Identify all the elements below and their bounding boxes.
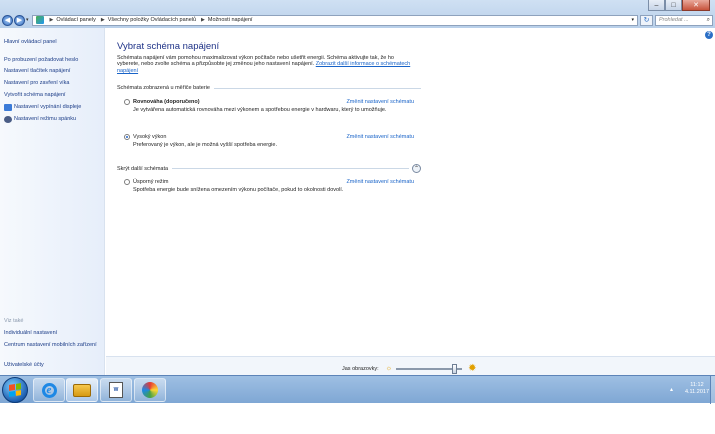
control-panel-icon [35, 16, 44, 24]
see-also-mobility-center[interactable]: Centrum nastavení mobilních zařízení [4, 342, 100, 349]
taskbar: e W ▴ 11:12 4.11.2017 [0, 375, 715, 404]
internet-explorer-icon: e [41, 382, 57, 398]
brightness-bar: Jas obrazovky: ☼ ✹ [106, 356, 715, 375]
sidebar: Hlavní ovládací panel Po probuzení požad… [0, 28, 105, 375]
plan-description: Spotřeba energie bude snížena omezením v… [133, 187, 344, 193]
help-icon[interactable]: ? [705, 31, 713, 39]
brightness-label: Jas obrazovky: [342, 365, 379, 372]
change-plan-link-balanced[interactable]: Změnit nastavení schématu [346, 99, 414, 105]
back-button[interactable]: ◀ [2, 14, 13, 26]
show-desktop-button[interactable] [710, 376, 715, 404]
sun-large-icon: ✹ [468, 363, 477, 374]
plan-name[interactable]: Vysoký výkon [133, 134, 166, 140]
clock-date: 4.11.2017 [684, 389, 709, 395]
sidebar-item-require-password[interactable]: Po probuzení požadovat heslo [4, 57, 78, 64]
plan-balanced: Rovnováha (doporučeno) Změnit nastavení … [124, 99, 414, 113]
clock[interactable]: 11:12 4.11.2017 [685, 382, 709, 396]
breadcrumb-all-items[interactable]: Všechny položky Ovládacích panelů [108, 17, 196, 23]
plan-radio-balanced[interactable] [124, 99, 130, 105]
clock-time: 11:12 [690, 382, 704, 388]
sidebar-item-lid-close[interactable]: Nastavení pro zavření víka [4, 80, 69, 87]
address-dropdown-icon[interactable]: ▾ [631, 17, 634, 23]
chevron-right-icon[interactable]: ▶ [201, 17, 205, 23]
sidebar-home-link[interactable]: Hlavní ovládací panel [4, 39, 57, 46]
taskbar-internet-explorer[interactable]: e [33, 378, 65, 402]
sun-small-icon: ☼ [385, 365, 393, 372]
plan-description: Je vytvářena automatická rovnováha mezi … [133, 107, 387, 113]
minimize-button[interactable]: – [648, 0, 665, 11]
plan-name[interactable]: Úsporný režim [133, 179, 168, 185]
sidebar-item-power-buttons[interactable]: Nastavení tlačítek napájení [4, 68, 70, 75]
word-document-icon: W [109, 382, 123, 398]
divider [172, 168, 409, 169]
plan-high-performance: Vysoký výkon Změnit nastavení schématu P… [124, 134, 414, 148]
see-also-personalization[interactable]: Individuální nastavení [4, 330, 57, 337]
page-title: Vybrat schéma napájení [117, 41, 220, 52]
close-button[interactable]: ✕ [682, 0, 710, 11]
plan-radio-high-performance[interactable] [124, 134, 130, 140]
sidebar-item-create-plan[interactable]: Vytvořit schéma napájení [4, 92, 66, 99]
monitor-icon [4, 104, 12, 111]
breadcrumb-control-panel[interactable]: Ovládací panely [56, 17, 95, 23]
window-titlebar: – □ ✕ ◀ ▶ ▾ ▶ Ovládací panely ▶ Všechny … [0, 0, 715, 28]
taskbar-explorer[interactable] [66, 378, 98, 402]
windows-logo-icon [9, 383, 21, 397]
brightness-slider-thumb[interactable] [451, 363, 457, 374]
collapse-button[interactable]: ⌃ [412, 164, 421, 173]
see-also-user-accounts[interactable]: Uživatelské účty [4, 362, 44, 369]
taskbar-word[interactable]: W [100, 378, 132, 402]
plan-radio-power-saver[interactable] [124, 179, 130, 185]
section-hidden-plans: Skrýt další schémata ⌃ [117, 164, 421, 173]
window-controls: – □ ✕ [648, 0, 710, 11]
chevron-right-icon[interactable]: ▶ [50, 17, 54, 23]
plan-name[interactable]: Rovnováha (doporučeno) [133, 99, 200, 105]
breadcrumb-power-options[interactable]: Možnosti napájení [208, 17, 253, 23]
section-battery-plans: Schémata zobrazená u měřiče baterie [117, 85, 421, 91]
taskbar-paint[interactable] [134, 378, 166, 402]
chevron-right-icon[interactable]: ▶ [101, 17, 105, 23]
search-input[interactable]: Prohledat ... ⌕ [655, 14, 713, 26]
refresh-button[interactable]: ↻ [640, 14, 653, 26]
moon-icon [4, 116, 12, 123]
forward-button[interactable]: ▶ [14, 14, 25, 26]
search-icon: ⌕ [706, 16, 710, 23]
show-hidden-icons-icon[interactable]: ▴ [670, 386, 673, 393]
divider [213, 87, 421, 89]
plan-description: Preferovaný je výkon, ale je možná vyšší… [133, 142, 277, 148]
paint-icon [142, 382, 158, 398]
brightness-slider[interactable] [396, 363, 463, 374]
maximize-button[interactable]: □ [665, 0, 682, 11]
sidebar-item-sleep[interactable]: Nastavení režimu spánku [14, 116, 76, 123]
sidebar-item-display-off[interactable]: Nastavení vypínání displeje [14, 104, 81, 111]
change-plan-link-high-performance[interactable]: Změnit nastavení schématu [346, 134, 414, 140]
see-also-heading: Viz také [4, 318, 24, 324]
main-content: ? Vybrat schéma napájení Schémata napáje… [106, 28, 715, 375]
change-plan-link-power-saver[interactable]: Změnit nastavení schématu [346, 179, 414, 185]
intro-text: Schémata napájení vám pomohou maximalizo… [117, 55, 411, 74]
recent-pages-dropdown[interactable]: ▾ [26, 17, 29, 23]
folder-icon [73, 383, 91, 397]
address-bar[interactable]: ▶ Ovládací panely ▶ Všechny položky Ovlá… [31, 14, 638, 26]
navigation-row: ◀ ▶ ▾ ▶ Ovládací panely ▶ Všechny položk… [2, 14, 713, 26]
start-button[interactable] [2, 377, 28, 403]
plan-power-saver: Úsporný režim Změnit nastavení schématu … [124, 179, 414, 193]
